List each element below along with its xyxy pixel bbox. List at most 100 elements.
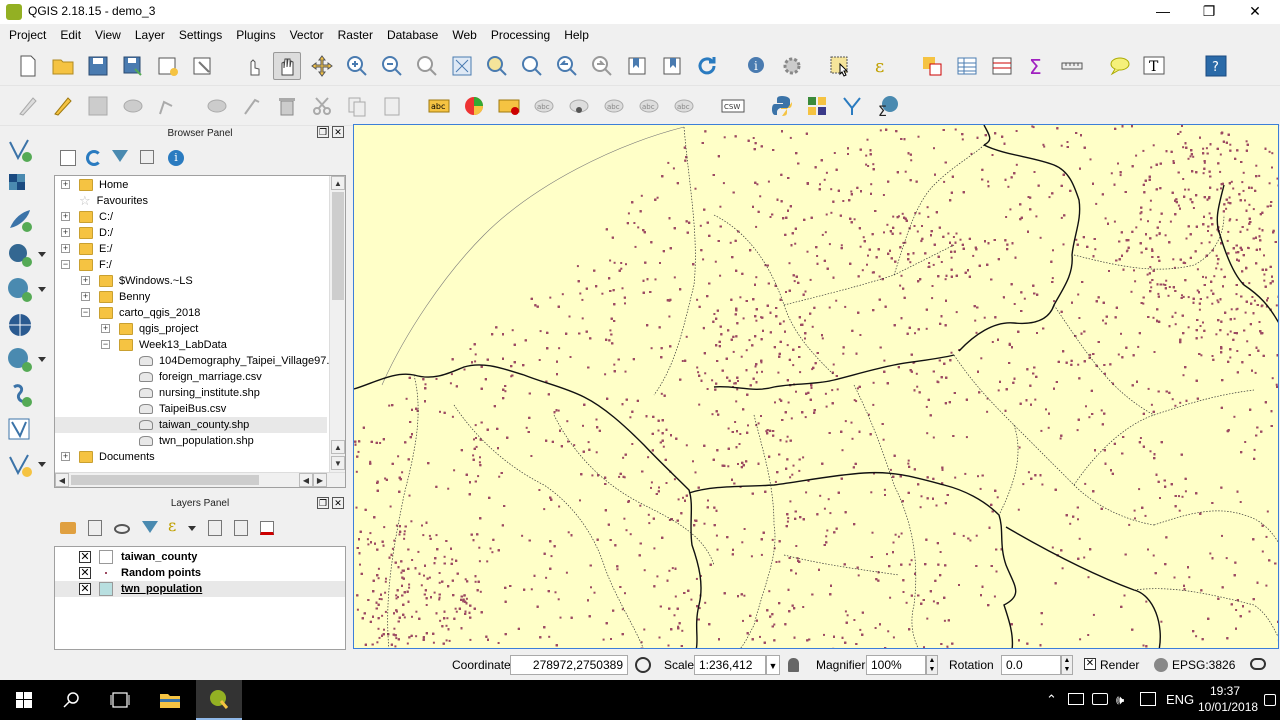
highlight-pinned-labels-icon[interactable] [495,92,523,120]
rotate-label-icon[interactable]: abc [635,92,663,120]
manage-visibility-icon[interactable] [114,524,130,534]
layer-labeling-icon[interactable]: abc [425,92,453,120]
add-spatialite-layer-icon[interactable] [6,206,34,234]
pan-map-icon[interactable] [273,52,301,80]
layer-diagram-icon[interactable] [460,92,488,120]
add-wcs-layer-icon[interactable] [6,311,34,339]
map-tips-icon[interactable] [1105,52,1133,80]
browser-item[interactable]: nursing_institute.shp [139,385,260,401]
expand-toggle-icon[interactable]: − [61,260,70,269]
new-bookmark-icon[interactable] [623,52,651,80]
expand-toggle-icon[interactable]: + [61,244,70,253]
save-layer-edits-icon[interactable] [84,92,112,120]
expand-toggle-icon[interactable]: + [61,212,70,221]
menu-help[interactable]: Help [559,24,594,42]
collapse-all-icon[interactable] [140,150,154,164]
browser-item[interactable]: C:/ [79,209,113,225]
maximize-button[interactable]: ❐ [1186,0,1232,24]
pin-labels-icon[interactable]: abc [530,92,558,120]
chevron-down-icon[interactable] [188,526,196,531]
add-virtual-layer-icon[interactable] [6,416,34,444]
add-delimited-text-icon[interactable] [6,381,34,409]
chevron-down-icon[interactable] [38,252,46,257]
composer-manager-icon[interactable] [189,52,217,80]
browser-item[interactable]: Documents [79,449,155,465]
show-bookmarks-icon[interactable] [658,52,686,80]
menu-edit[interactable]: Edit [55,24,86,42]
browser-item[interactable]: D:/ [79,225,113,241]
horizontal-scrollbar[interactable]: ◀ ◀ ▶ [55,472,345,487]
expand-toggle-icon[interactable]: − [81,308,90,317]
float-panel-icon[interactable]: ❐ [317,497,329,509]
scroll-up-icon[interactable]: ▲ [331,440,345,454]
layer-visibility-checkbox[interactable]: ✕ [79,567,91,579]
csw-icon[interactable]: CSW [719,92,747,120]
expand-toggle-icon[interactable]: + [61,452,70,461]
move-feature-icon[interactable] [154,92,182,120]
menu-raster[interactable]: Raster [333,24,378,42]
close-panel-icon[interactable]: ✕ [332,497,344,509]
statistical-summary-icon[interactable]: Σ [1023,52,1051,80]
zoom-last-icon[interactable] [553,52,581,80]
map-canvas[interactable] [353,124,1279,649]
scroll-left-icon[interactable]: ◀ [55,473,69,487]
new-print-composer-icon[interactable] [154,52,182,80]
grid-plugin-icon[interactable] [803,92,831,120]
remove-layer-icon[interactable] [260,521,274,535]
close-panel-icon[interactable]: ✕ [332,126,344,138]
menu-database[interactable]: Database [382,24,443,42]
add-group-icon[interactable] [88,520,102,536]
browser-item[interactable]: foreign_marriage.csv [139,369,262,385]
chevron-down-icon[interactable] [38,357,46,362]
scrollbar-thumb[interactable] [332,192,344,300]
expand-all-icon[interactable] [208,520,222,536]
menu-web[interactable]: Web [447,24,481,42]
filter-expression-icon[interactable]: ε [168,516,176,535]
identify-features-icon[interactable]: i [743,52,771,80]
browser-item[interactable]: qgis_project [119,321,198,337]
expand-toggle-icon[interactable]: + [81,292,90,301]
browser-item[interactable]: twn_population.shp [139,433,254,449]
current-edits-icon[interactable] [14,92,42,120]
add-selected-layers-icon[interactable] [60,150,76,166]
help-contents-icon[interactable]: ? [1202,52,1230,80]
browser-item[interactable]: F:/ [79,257,112,273]
menu-project[interactable]: Project [4,24,51,42]
node-tool-icon[interactable] [203,92,231,120]
menu-view[interactable]: View [90,24,126,42]
filter-legend-icon[interactable] [142,521,158,533]
vertical-scrollbar[interactable]: ▲ ▲ ▼ [329,176,345,472]
python-console-icon[interactable] [768,92,796,120]
filter-icon[interactable] [112,150,128,162]
scroll-down-icon[interactable]: ▼ [331,456,345,470]
expand-toggle-icon[interactable]: + [81,276,90,285]
open-layer-styling-icon[interactable] [60,522,76,534]
trash-icon[interactable] [273,92,301,120]
add-wms-layer-icon[interactable] [6,276,34,304]
move-label-icon[interactable]: abc [600,92,628,120]
browser-item[interactable]: E:/ [79,241,112,257]
collapse-all-icon[interactable] [234,520,248,536]
menu-layer[interactable]: Layer [130,24,170,42]
run-feature-action-icon[interactable] [778,52,806,80]
browser-item[interactable]: 104Demography_Taipei_Village97.sl [139,353,337,369]
save-project-icon[interactable] [84,52,112,80]
layer-row[interactable]: ✕ taiwan_county [79,549,197,565]
processing-toolbox-icon[interactable] [838,92,866,120]
expand-toggle-icon[interactable]: + [61,180,70,189]
browser-item[interactable]: taiwan_county.shp [55,417,327,433]
add-wfs-layer-icon[interactable] [6,346,34,374]
cut-features-icon[interactable] [308,92,336,120]
delete-selected-icon[interactable] [238,92,266,120]
zoom-in-icon[interactable] [343,52,371,80]
zoom-out-icon[interactable] [378,52,406,80]
menu-processing[interactable]: Processing [486,24,555,42]
zoom-actual-size-icon[interactable] [413,52,441,80]
zoom-to-layer-icon[interactable] [518,52,546,80]
new-project-icon[interactable] [14,52,42,80]
browser-item[interactable]: carto_qgis_2018 [99,305,200,321]
browser-item[interactable]: ☆ Favourites [79,193,148,209]
browser-item[interactable]: Home [79,177,128,193]
minimize-button[interactable]: — [1140,0,1186,24]
zoom-next-icon[interactable] [588,52,616,80]
